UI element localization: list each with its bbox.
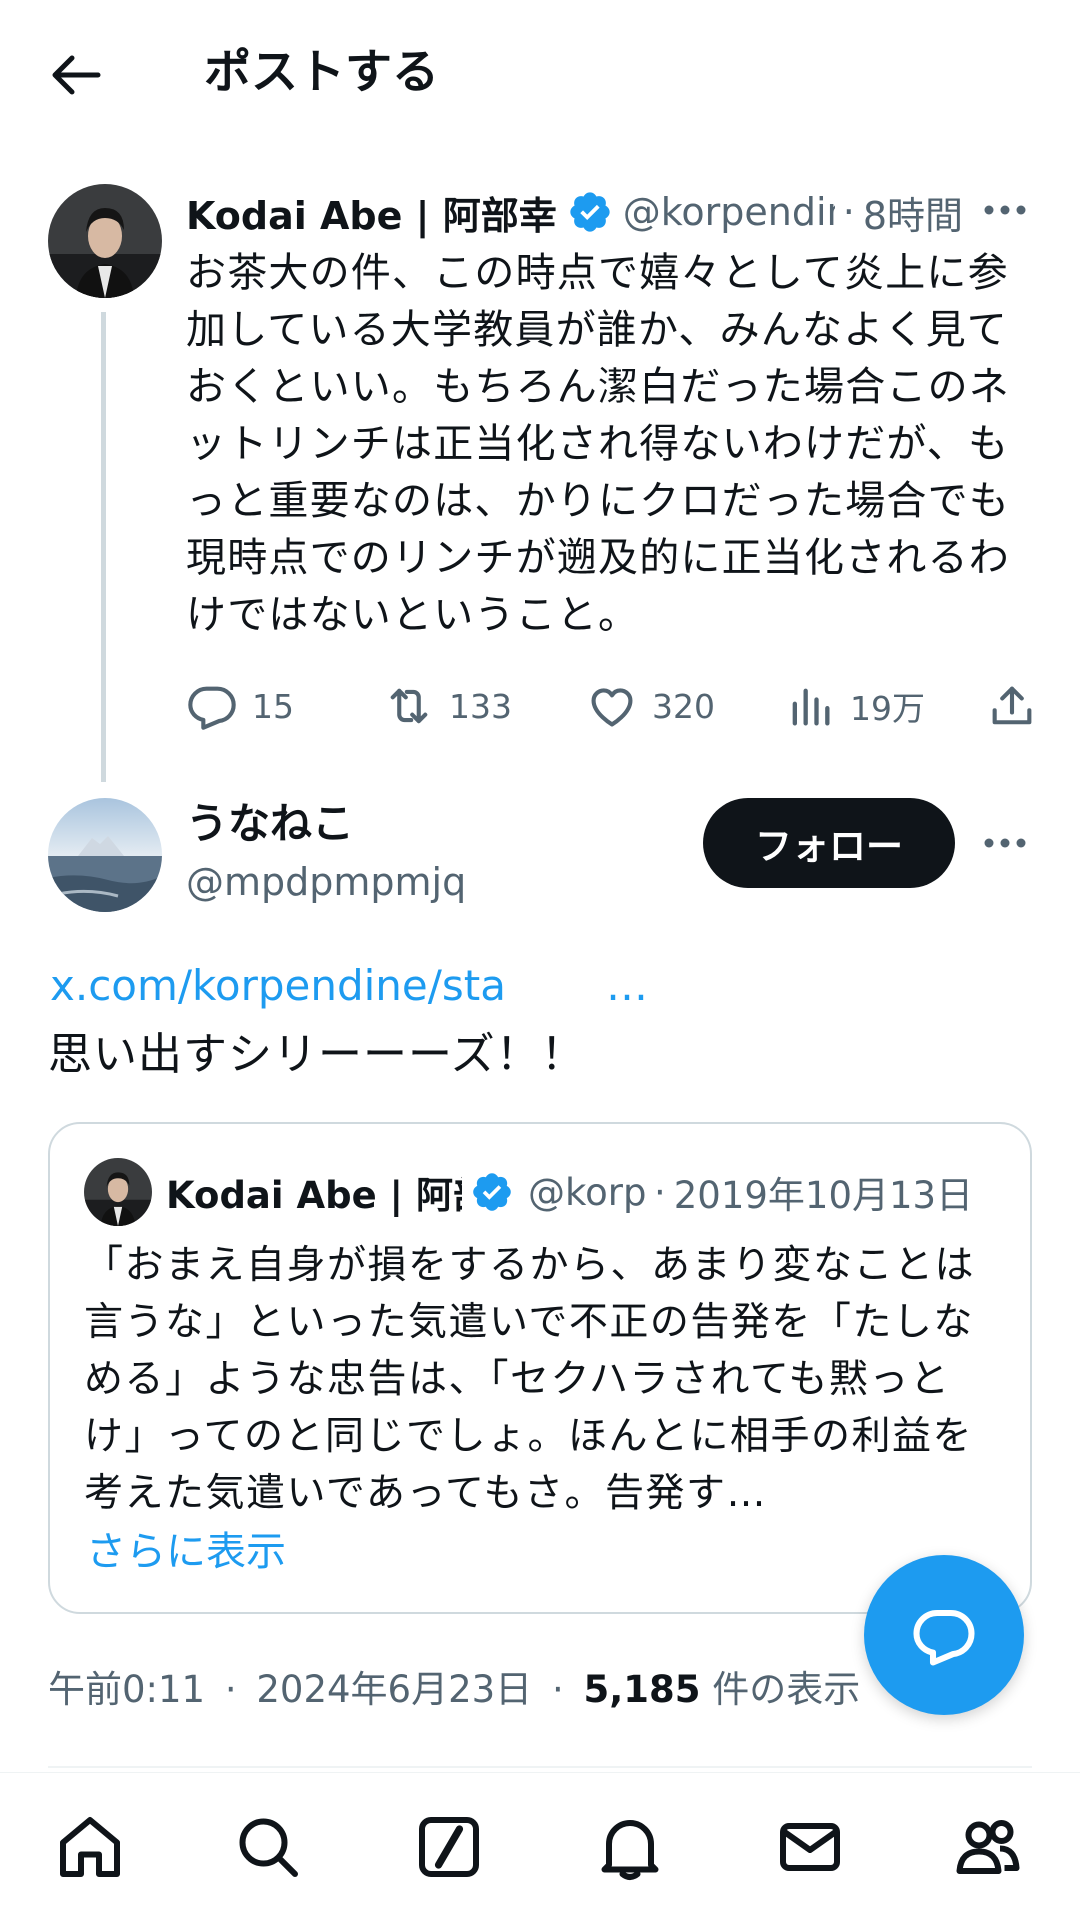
post-view-count[interactable]: 5,185 [583, 1668, 700, 1711]
repost-icon [390, 688, 428, 724]
home-icon [60, 1817, 120, 1877]
views-button[interactable]: 19万 [784, 678, 925, 734]
quoted-post-handle: @korp [528, 1170, 646, 1214]
nav-messages[interactable] [774, 1811, 846, 1883]
parent-post-author-name[interactable]: Kodai Abe | 阿部幸 [186, 185, 557, 240]
separator-dot: · [842, 190, 855, 234]
post-metadata: 午前0:11 · 2024年6月23日 · 5,185 件の表示 [48, 1660, 860, 1720]
quoted-post-avatar [84, 1158, 152, 1226]
quoted-post-author-name: Kodai Abe | 阿部 [166, 1174, 462, 1217]
quoted-post-header: Kodai Abe | 阿部 @korp · 2019年10月13日 [166, 1160, 1016, 1224]
back-button[interactable] [48, 50, 102, 100]
parent-post-time[interactable]: 8時間 [863, 185, 963, 240]
nav-notifications[interactable] [594, 1811, 666, 1883]
reply-count: 15 [252, 686, 294, 726]
show-more-link[interactable]: さらに表示 [86, 1522, 286, 1582]
reply-bubble-icon [913, 1609, 975, 1666]
parent-post-more-button[interactable] [982, 195, 1028, 225]
reply-button[interactable]: 15 [186, 678, 294, 734]
nav-search[interactable] [232, 1811, 304, 1883]
parent-post-header: Kodai Abe | 阿部幸 @korpendine · 8時間 [186, 182, 1032, 242]
parent-post-handle[interactable]: @korpendine [623, 190, 835, 234]
nav-home[interactable] [54, 1811, 126, 1883]
more-horizontal-icon [984, 205, 1026, 215]
nav-grok[interactable] [413, 1811, 485, 1883]
post-link-ellipsis[interactable]: … [606, 955, 648, 1017]
post-time: 午前0:11 [48, 1668, 206, 1711]
page-title: ポストする [204, 45, 439, 100]
repost-count: 133 [449, 686, 512, 726]
views-chart-icon [792, 688, 830, 726]
main-post-handle[interactable]: @mpdpmpmjq [186, 854, 466, 910]
main-post-avatar[interactable] [48, 798, 162, 912]
post-link[interactable]: x.com/korpendine/sta [50, 955, 506, 1017]
notifications-icon [601, 1820, 659, 1880]
main-post-more-button[interactable] [982, 828, 1028, 858]
divider [48, 1766, 1032, 1768]
reply-icon [188, 686, 236, 730]
thread-connector-line [101, 312, 106, 782]
separator-dot: · [654, 1170, 666, 1214]
parent-post-text: お茶大の件、この時点で嬉々として炎上に参加している大学教員が誰か、みんなよく見て… [186, 250, 1010, 638]
more-horizontal-icon [984, 838, 1026, 848]
repost-button[interactable]: 133 [383, 678, 512, 734]
arrow-left-icon [52, 55, 101, 95]
views-count: 19万 [850, 689, 925, 728]
nav-communities[interactable] [952, 1811, 1024, 1883]
follow-button[interactable]: フォロー [703, 798, 955, 888]
parent-post-actions: 15 133 320 19万 [186, 678, 1036, 734]
communities-icon [956, 1820, 1020, 1874]
verified-badge-icon [570, 192, 610, 232]
post-view-label[interactable]: 件の表示 [712, 1668, 860, 1711]
separator-dot: · [551, 1668, 564, 1711]
main-post-text: 思い出すシリーーーズ！！ [48, 1029, 586, 1080]
parent-post-avatar[interactable] [48, 184, 162, 298]
separator-dot: · [224, 1668, 237, 1711]
verified-badge-icon [473, 1173, 511, 1211]
grok-icon [419, 1817, 479, 1877]
messages-icon [780, 1823, 840, 1871]
quoted-post-date: 2019年10月13日 [673, 1174, 974, 1217]
like-button[interactable]: 320 [586, 678, 715, 734]
compose-reply-fab[interactable] [864, 1555, 1024, 1715]
like-count: 320 [652, 686, 715, 726]
bottom-navigation-bar [0, 1772, 1080, 1921]
quoted-post-text: 「おまえ自身が損をするから、あまり変なことは言うな」といった気遣いで不正の告発を… [84, 1243, 976, 1516]
share-icon [992, 686, 1032, 725]
share-button[interactable] [986, 678, 1038, 734]
search-icon [239, 1818, 298, 1877]
main-post-author-name[interactable]: うなねこ [186, 794, 354, 854]
heart-icon [591, 688, 633, 727]
post-date: 2024年6月23日 [256, 1668, 533, 1711]
